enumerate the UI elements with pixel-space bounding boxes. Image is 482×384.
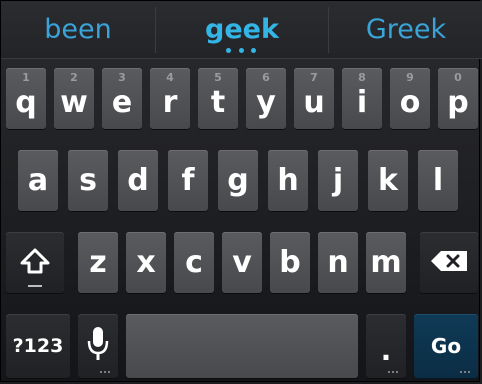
period-label: . — [380, 333, 392, 367]
shift-indicator — [28, 285, 42, 287]
keyboard-frame: been geek Greek 1q 2w 3e 4r 5t 6y 7u 8i … — [0, 0, 482, 382]
key-d[interactable]: d — [118, 150, 158, 211]
key-y[interactable]: 6y — [246, 68, 286, 129]
key-letter: v — [232, 244, 252, 280]
key-w[interactable]: 2w — [54, 68, 94, 129]
key-n[interactable]: n — [318, 232, 358, 293]
key-letter: f — [181, 162, 195, 198]
key-l[interactable]: l — [418, 150, 458, 211]
key-o[interactable]: 9o — [390, 68, 430, 129]
key-hint: 5 — [214, 71, 222, 84]
key-m[interactable]: m — [366, 232, 406, 293]
key-h[interactable]: h — [268, 150, 308, 211]
key-g[interactable]: g — [218, 150, 258, 211]
more-suggestions-indicator[interactable] — [226, 48, 256, 54]
key-hint: 9 — [406, 71, 414, 84]
key-letter: s — [79, 162, 97, 198]
more-options-dots — [100, 371, 110, 373]
key-letter: j — [332, 162, 344, 198]
key-letter: b — [279, 244, 301, 280]
key-hint: 7 — [310, 71, 318, 84]
key-letter: q — [15, 84, 37, 120]
shift-arrow-icon — [20, 247, 50, 279]
go-label: Go — [430, 334, 462, 358]
backspace-icon — [429, 249, 469, 277]
key-u[interactable]: 7u — [294, 68, 334, 129]
key-f[interactable]: f — [168, 150, 208, 211]
space-bar[interactable] — [126, 314, 358, 378]
key-c[interactable]: c — [174, 232, 214, 293]
key-hint: 1 — [22, 71, 30, 84]
key-hint: 4 — [166, 71, 174, 84]
key-k[interactable]: k — [368, 150, 408, 211]
key-letter: d — [127, 162, 149, 198]
more-options-dots — [460, 371, 470, 373]
key-letter: l — [432, 162, 444, 198]
symbols-key[interactable]: ?123 — [6, 314, 70, 378]
key-letter: t — [210, 84, 226, 120]
suggestion-right[interactable]: Greek — [329, 1, 482, 58]
key-hint: 8 — [358, 71, 366, 84]
suggestion-left[interactable]: been — [1, 1, 155, 58]
key-b[interactable]: b — [270, 232, 310, 293]
key-letter: w — [60, 84, 88, 120]
key-letter: o — [399, 84, 421, 120]
symbols-label: ?123 — [12, 335, 64, 357]
key-r[interactable]: 4r — [150, 68, 190, 129]
key-s[interactable]: s — [68, 150, 108, 211]
key-letter: z — [89, 244, 107, 280]
key-letter: i — [356, 84, 368, 120]
key-hint: 2 — [70, 71, 78, 84]
go-key[interactable]: Go — [414, 314, 478, 378]
key-j[interactable]: j — [318, 150, 358, 211]
key-v[interactable]: v — [222, 232, 262, 293]
key-p[interactable]: 0p — [438, 68, 478, 129]
suggestion-strip: been geek Greek — [1, 1, 482, 59]
more-options-dots — [388, 371, 398, 373]
key-letter: m — [370, 244, 402, 280]
key-x[interactable]: x — [126, 232, 166, 293]
key-a[interactable]: a — [18, 150, 58, 211]
key-letter: h — [277, 162, 299, 198]
key-e[interactable]: 3e — [102, 68, 142, 129]
microphone-icon — [85, 325, 111, 367]
period-key[interactable]: . — [366, 314, 406, 378]
key-letter: a — [27, 162, 49, 198]
key-letter: g — [227, 162, 249, 198]
key-letter: e — [111, 84, 133, 120]
key-letter: y — [256, 84, 276, 120]
key-letter: c — [185, 244, 203, 280]
key-t[interactable]: 5t — [198, 68, 238, 129]
key-letter: x — [136, 244, 156, 280]
key-letter: n — [327, 244, 349, 280]
key-z[interactable]: z — [78, 232, 118, 293]
backspace-key[interactable] — [420, 232, 478, 293]
key-letter: p — [447, 84, 469, 120]
key-i[interactable]: 8i — [342, 68, 382, 129]
key-hint: 3 — [118, 71, 126, 84]
shift-key[interactable] — [6, 232, 64, 293]
key-hint: 0 — [454, 71, 462, 84]
key-letter: u — [303, 84, 325, 120]
key-letter: k — [378, 162, 398, 198]
key-letter: r — [162, 84, 178, 120]
key-q[interactable]: 1q — [6, 68, 46, 129]
microphone-key[interactable] — [78, 314, 118, 378]
key-hint: 6 — [262, 71, 270, 84]
